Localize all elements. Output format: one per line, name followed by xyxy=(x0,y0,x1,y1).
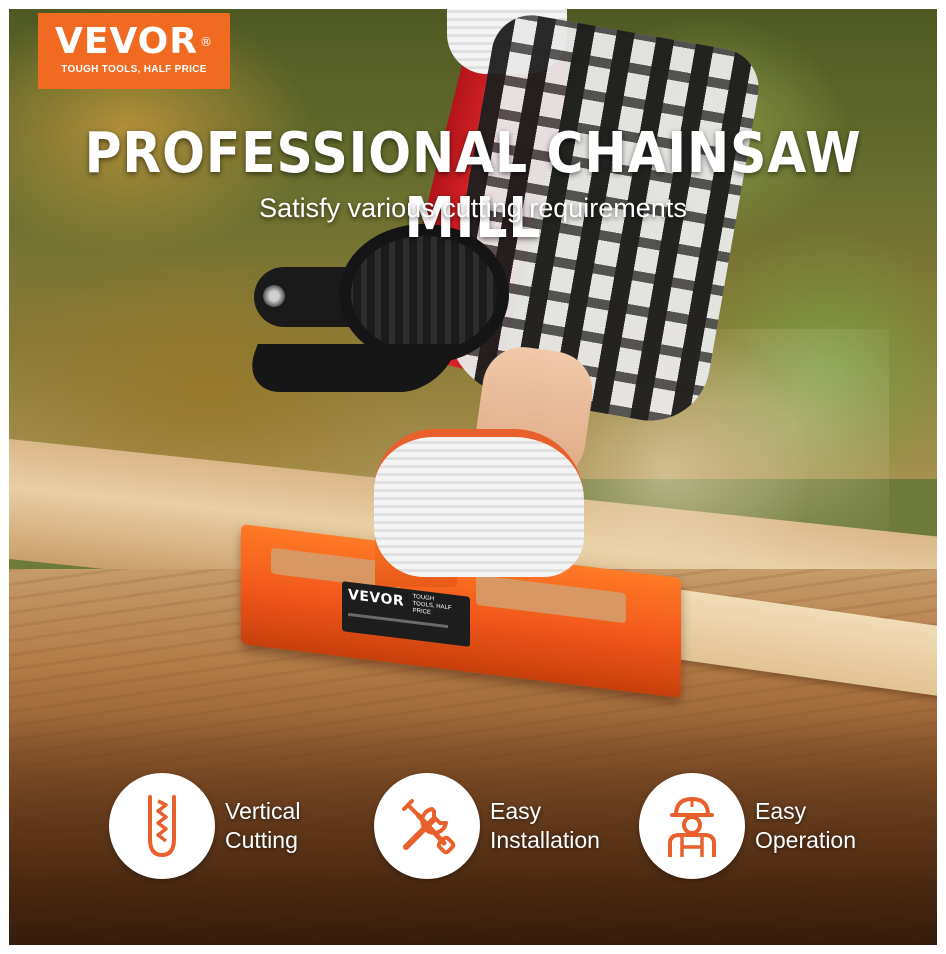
feature-label: Easy Operation xyxy=(755,797,856,855)
feature-easy-installation: Easy Installation xyxy=(374,771,600,881)
subheadline: Satisfy various cutting requirements xyxy=(259,193,687,223)
feature-line2: Installation xyxy=(490,827,600,853)
gloved-hand xyxy=(374,429,584,577)
product-label-tagline: TOUGH TOOLS, HALF PRICE xyxy=(412,593,452,617)
feature-easy-operation: Easy Operation xyxy=(639,771,856,881)
feature-label: Vertical Cutting xyxy=(225,797,300,855)
feature-line2: Operation xyxy=(755,827,857,853)
feature-line1: Vertical xyxy=(225,798,301,824)
headline: PROFESSIONAL CHAINSAW MILL xyxy=(84,121,862,251)
handle-knob xyxy=(263,285,285,307)
feature-line1: Easy xyxy=(755,798,807,824)
logo-registered-mark: ® xyxy=(200,35,213,49)
chainsaw-guard xyxy=(240,344,458,392)
product-label-brand: VEVOR xyxy=(348,586,405,610)
product-image: VEVOR TOUGH TOOLS, HALF PRICE VEVOR ® TOU… xyxy=(9,9,937,945)
feature-line2: Cutting xyxy=(225,827,298,853)
vertical-cutting-icon xyxy=(109,773,215,879)
logo-name: VEVOR xyxy=(54,21,198,62)
tools-icon xyxy=(374,773,480,879)
feature-label: Easy Installation xyxy=(490,797,600,855)
feature-line1: Easy xyxy=(490,798,542,824)
feature-vertical-cutting: Vertical Cutting xyxy=(109,771,300,881)
logo-tagline: TOUGH TOOLS, HALF PRICE xyxy=(61,64,207,75)
worker-icon xyxy=(639,773,745,879)
brand-logo: VEVOR ® TOUGH TOOLS, HALF PRICE xyxy=(38,13,230,89)
